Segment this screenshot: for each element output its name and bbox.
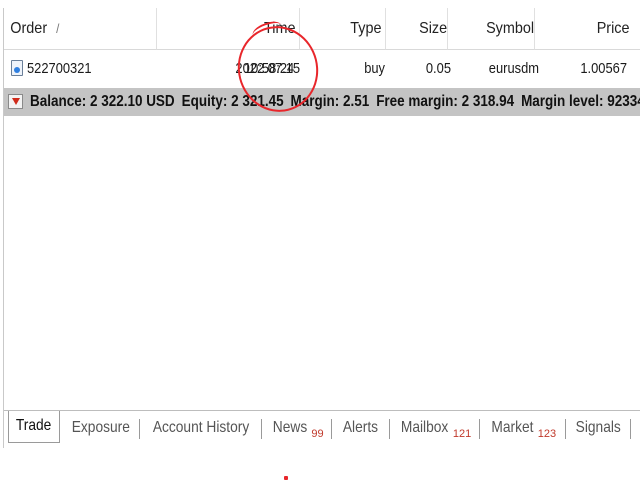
order-number: 522700321 bbox=[27, 60, 92, 77]
tab-alerts[interactable]: Alerts bbox=[335, 413, 385, 443]
tab-divider bbox=[479, 419, 480, 439]
mailbox-count-badge: 121 bbox=[452, 428, 472, 440]
time-cell: 10:58:24 bbox=[244, 51, 304, 87]
tab-news-label: News bbox=[273, 419, 308, 436]
tab-divider bbox=[139, 419, 140, 439]
equity-value: Equity: 2 321.45 bbox=[181, 93, 284, 110]
tab-trade-label: Trade bbox=[16, 417, 52, 434]
column-header-size[interactable]: Size bbox=[394, 8, 448, 50]
column-header-type[interactable]: Type bbox=[314, 8, 386, 50]
column-header-order[interactable]: Order / bbox=[4, 8, 157, 50]
market-count-badge: 123 bbox=[537, 428, 557, 440]
tab-divider bbox=[331, 419, 332, 439]
symbol-cell: eurusdm bbox=[454, 51, 544, 87]
column-header-symbol-label: Symbol bbox=[486, 20, 535, 37]
order-symbol: eurusdm bbox=[488, 60, 539, 77]
annotation-mark bbox=[284, 476, 288, 480]
column-header-time-label: Time bbox=[264, 20, 296, 37]
order-size: 0.05 bbox=[425, 60, 451, 77]
tab-signals[interactable]: Signals bbox=[569, 413, 627, 443]
tab-market[interactable]: Market 123 bbox=[483, 413, 561, 443]
tab-divider bbox=[565, 419, 566, 439]
order-price: 1.00567 bbox=[580, 60, 627, 77]
column-header-size-label: Size bbox=[419, 20, 448, 37]
order-cell: 522700321 bbox=[4, 51, 174, 87]
sort-indicator: / bbox=[56, 21, 60, 36]
order-time: 10:58:24 bbox=[244, 60, 295, 77]
tab-mailbox-label: Mailbox bbox=[400, 419, 449, 436]
type-cell: buy bbox=[314, 51, 392, 87]
tab-signals-label: Signals bbox=[575, 419, 621, 436]
account-summary-text: Balance: 2 322.10 USD Equity: 2 321.45 Mar… bbox=[30, 88, 640, 116]
column-header-row: Order / Time Type Size Symbol Price bbox=[4, 8, 640, 50]
account-summary-row[interactable]: Balance: 2 322.10 USD Equity: 2 321.45 Mar… bbox=[4, 88, 640, 116]
terminal-tabs: Trade Exposure Account History News 99 Al… bbox=[4, 410, 640, 446]
tab-exposure-label: Exposure bbox=[71, 419, 131, 436]
news-count-badge: 99 bbox=[311, 428, 324, 440]
column-header-symbol[interactable]: Symbol bbox=[454, 8, 535, 50]
column-header-time[interactable]: Time bbox=[174, 8, 300, 50]
balance-value: Balance: 2 322.10 USD bbox=[30, 93, 175, 110]
margin-value: Margin: 2.51 bbox=[290, 93, 370, 110]
tab-divider bbox=[630, 419, 631, 439]
tab-account-history[interactable]: Account History bbox=[144, 413, 258, 443]
margin-level-value: Margin level: 92334 bbox=[521, 93, 640, 110]
order-document-icon bbox=[11, 60, 23, 77]
tab-alerts-label: Alerts bbox=[342, 419, 378, 436]
table-row[interactable]: 522700321 2022.07.15 10:58:24 buy 0.05 e… bbox=[4, 51, 640, 87]
tab-market-label: Market bbox=[491, 419, 534, 436]
free-margin-value: Free margin: 2 318.94 bbox=[376, 93, 515, 110]
column-header-price-label: Price bbox=[596, 20, 630, 37]
tab-divider bbox=[389, 419, 390, 439]
red-down-arrow-icon bbox=[8, 94, 23, 109]
price-cell: 1.00567 bbox=[544, 51, 640, 87]
column-header-type-label: Type bbox=[350, 20, 382, 37]
tab-trade[interactable]: Trade bbox=[8, 411, 60, 443]
tab-news[interactable]: News 99 bbox=[266, 413, 328, 443]
order-type: buy bbox=[364, 60, 385, 77]
column-header-price[interactable]: Price bbox=[544, 8, 630, 50]
tab-account-history-label: Account History bbox=[152, 419, 250, 436]
tab-divider bbox=[261, 419, 262, 439]
column-header-order-label: Order bbox=[10, 20, 48, 37]
tab-mailbox[interactable]: Mailbox 121 bbox=[393, 413, 475, 443]
tab-exposure[interactable]: Exposure bbox=[66, 413, 136, 443]
size-cell: 0.05 bbox=[394, 51, 454, 87]
trade-terminal: Order / Time Type Size Symbol Price 52270… bbox=[0, 0, 640, 450]
